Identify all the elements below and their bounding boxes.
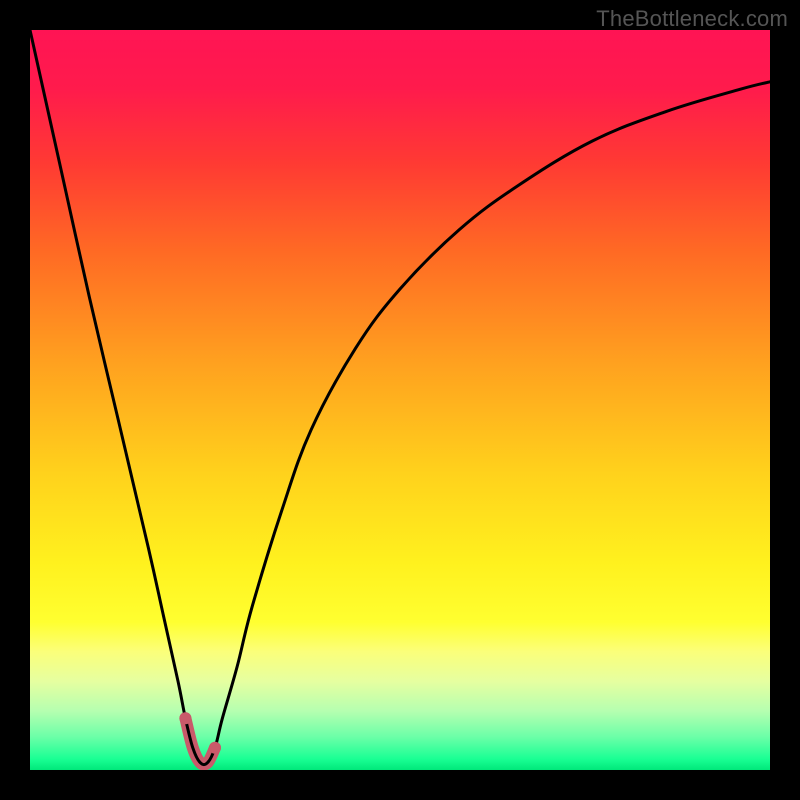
- chart-stage: TheBottleneck.com: [0, 0, 800, 800]
- curve-layer: [30, 30, 770, 770]
- bottleneck-curve: [30, 30, 770, 765]
- watermark-text: TheBottleneck.com: [596, 6, 788, 32]
- plot-area: [30, 30, 770, 770]
